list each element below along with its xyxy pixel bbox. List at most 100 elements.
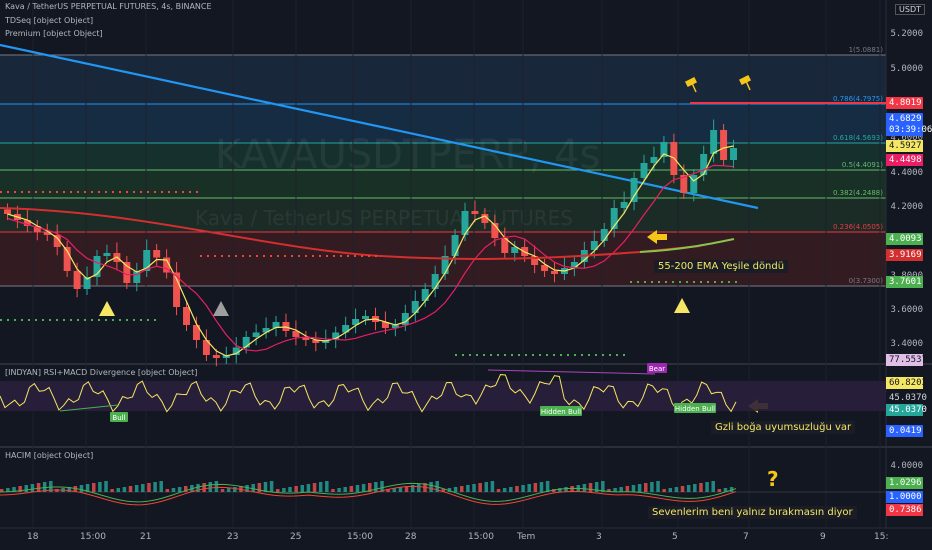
- candle[interactable]: [123, 262, 131, 283]
- rsi-panel-title[interactable]: [INDYAN] RSI+MACD Divergence [object Obj…: [5, 368, 197, 377]
- price-tag[interactable]: 4.0093: [886, 233, 923, 245]
- ema-annotation: 55-200 EMA Yeşile döndü: [654, 260, 789, 273]
- volume-bar: [490, 481, 495, 492]
- volume-bar: [282, 488, 286, 492]
- volume-bar: [312, 483, 317, 492]
- volume-tag[interactable]: 1.0000: [886, 491, 923, 503]
- indicator-tdseq-label[interactable]: TDSeq [object Object]: [5, 16, 93, 25]
- volume-tag[interactable]: 1.0296: [886, 477, 923, 489]
- price-tag[interactable]: 3.7601: [886, 276, 923, 288]
- candle[interactable]: [620, 202, 628, 208]
- date-tick: 15:00: [347, 532, 373, 542]
- candle[interactable]: [421, 289, 429, 301]
- volume-bar: [502, 488, 507, 492]
- volume-bar: [625, 486, 630, 492]
- price-tag[interactable]: 4.4498: [886, 154, 923, 166]
- volume-bar: [674, 487, 679, 492]
- hidden-bull-badge-label: Hidden Bull: [675, 405, 715, 413]
- candle[interactable]: [451, 235, 459, 256]
- date-tick: 15:00: [468, 532, 494, 542]
- volume-bar: [478, 483, 482, 492]
- candle[interactable]: [173, 272, 181, 308]
- volume-bar: [30, 484, 35, 492]
- volume-bar: [509, 487, 513, 492]
- candle[interactable]: [551, 271, 558, 274]
- rsi-tag[interactable]: 60.8203: [886, 377, 927, 389]
- question-mark: ?: [767, 467, 779, 491]
- volume-bar: [128, 486, 133, 492]
- volume-bar: [214, 481, 219, 492]
- candle[interactable]: [183, 307, 190, 325]
- candle[interactable]: [212, 355, 220, 358]
- volume-bar: [325, 481, 329, 492]
- watermark-symbol: KAVAUSDTPERP, 4s: [215, 132, 600, 178]
- volume-bar: [705, 482, 709, 492]
- price-tag[interactable]: 4.8019: [886, 97, 923, 109]
- candle[interactable]: [720, 130, 728, 160]
- indicator-premium-label[interactable]: Premium [object Object]: [5, 29, 103, 38]
- candle[interactable]: [411, 301, 419, 313]
- candle[interactable]: [640, 163, 648, 178]
- volume-bar: [24, 485, 29, 492]
- volume-bar: [110, 489, 114, 492]
- divergence-annotation: Gzli boğa uyumsuzluğu var: [711, 421, 856, 434]
- volume-panel-title[interactable]: HACIM [object Object]: [5, 451, 93, 460]
- candle[interactable]: [650, 157, 658, 163]
- volume-bar: [355, 485, 360, 492]
- date-tick: 3: [596, 532, 602, 542]
- volume-bar: [233, 487, 237, 492]
- price-tag[interactable]: 4.5927: [886, 140, 923, 152]
- date-tick: 15:00: [80, 532, 106, 542]
- currency-badge[interactable]: USDT: [895, 4, 925, 15]
- price-tick: 3.6000: [890, 305, 923, 315]
- volume-bar: [208, 482, 213, 492]
- rsi-tag[interactable]: 45.0370: [886, 392, 927, 404]
- candle[interactable]: [252, 332, 260, 338]
- volume-bar: [429, 482, 433, 492]
- volume-bar: [269, 481, 274, 492]
- candle[interactable]: [700, 154, 708, 175]
- volume-bar: [55, 489, 59, 492]
- candle[interactable]: [471, 211, 479, 214]
- rsi-tag[interactable]: 45.0370: [886, 404, 927, 416]
- bull-badge-label: Bull: [112, 414, 125, 422]
- candle[interactable]: [431, 274, 439, 289]
- volume-bar: [294, 486, 298, 492]
- bear-badge-label: Bear: [649, 365, 665, 373]
- price-tick: 5.2000: [890, 29, 923, 39]
- volume-bar: [226, 488, 231, 492]
- candle[interactable]: [710, 130, 718, 154]
- volume-bar: [466, 485, 470, 492]
- date-tick: 21: [140, 532, 152, 542]
- volume-bar: [644, 483, 648, 492]
- candle[interactable]: [103, 253, 111, 256]
- candle[interactable]: [730, 148, 738, 160]
- volume-bar: [165, 489, 170, 492]
- candle[interactable]: [630, 178, 638, 202]
- volume-bar: [533, 483, 538, 492]
- fib-zone: [0, 55, 886, 104]
- volume-bar: [717, 489, 722, 492]
- volume-bar: [374, 482, 378, 492]
- volume-bar: [349, 486, 354, 492]
- volume-bar: [662, 489, 666, 492]
- volume-tag[interactable]: 0.7386: [886, 504, 923, 516]
- candle[interactable]: [153, 250, 161, 258]
- volume-bar: [711, 481, 715, 492]
- volume-bar: [521, 485, 525, 492]
- fib-label: 0.5(4.4091): [842, 161, 883, 169]
- candle[interactable]: [73, 271, 81, 289]
- price-tag[interactable]: 3.9169: [886, 249, 923, 261]
- volume-bar: [134, 485, 139, 492]
- volume-bar: [153, 482, 157, 492]
- fib-label: 0.236(4.0505): [833, 223, 883, 231]
- chart-canvas: 1(5.0881) 0.786(4.7975) 0.618(4.5693) 0.5(4…: [0, 0, 932, 550]
- candle[interactable]: [362, 316, 370, 319]
- price-tag[interactable]: 03:39:06: [886, 124, 932, 136]
- rsi-tag[interactable]: 0.0419: [886, 425, 923, 437]
- volume-bar: [619, 487, 623, 492]
- volume-bar: [361, 484, 366, 492]
- rsi-tag[interactable]: 77.5537: [886, 354, 927, 366]
- date-tick: Tem: [517, 532, 536, 542]
- candle[interactable]: [4, 209, 11, 215]
